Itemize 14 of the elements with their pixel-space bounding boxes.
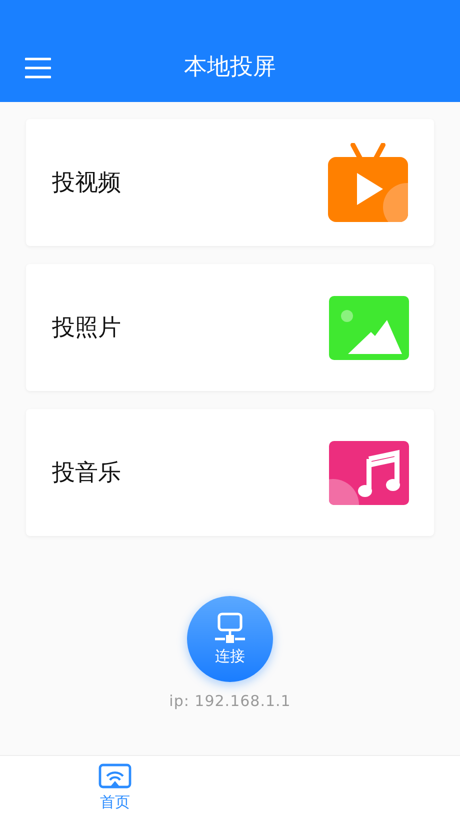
ip-address: ip: 192.168.1.1 (169, 692, 291, 710)
header-title: 本地投屏 (184, 53, 276, 82)
cast-option-label: 投视频 (52, 169, 121, 198)
cast-option-label: 投照片 (52, 314, 121, 343)
cast-option-label: 投音乐 (52, 459, 121, 488)
cast-screen-icon (98, 762, 132, 790)
cast-option-card[interactable]: 投音乐 (26, 409, 434, 536)
music-note-icon (329, 440, 409, 504)
tv-play-icon (327, 142, 409, 222)
menu-icon[interactable] (24, 56, 52, 80)
network-monitor-icon (212, 612, 248, 644)
cast-option-card[interactable]: 投视频 (26, 119, 434, 246)
image-icon (329, 296, 409, 360)
cast-option-card[interactable]: 投照片 (26, 264, 434, 391)
